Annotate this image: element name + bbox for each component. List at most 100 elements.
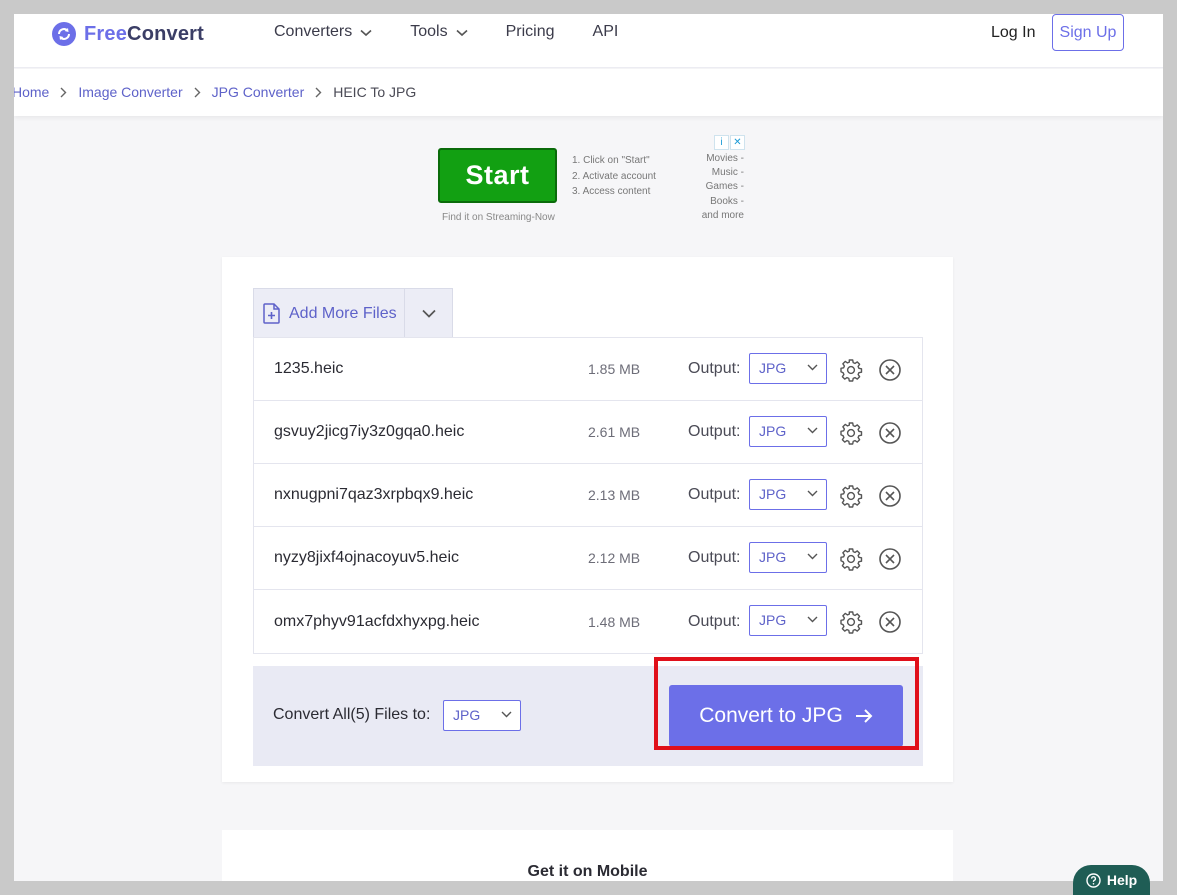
help-button[interactable]: Help [1073,865,1150,895]
arrow-right-icon [855,709,873,723]
ad-side-item: Games - [705,181,744,193]
gear-icon[interactable] [839,358,863,382]
ad-step: 2. Activate account [572,170,656,182]
file-name: nxnugpni7qaz3xrpbqx9.heic [274,486,474,503]
chevron-right-icon [315,87,322,98]
file-row: nyzy8jixf4ojnacoyuv5.heic 2.12 MB Output… [254,527,922,590]
nav-pricing[interactable]: Pricing [506,23,555,41]
output-format-value: JPG [759,612,787,628]
file-size: 2.12 MB [588,550,641,566]
chevron-down-icon [807,427,818,434]
chevron-right-icon [60,87,67,98]
ad-side-item: Movies - [706,153,744,164]
add-more-files-button[interactable]: Add More Files [254,289,405,338]
ad-step: 1. Click on "Start" [572,155,650,166]
breadcrumb-current: HEIC To JPG [333,84,417,100]
logo-text: FreeConvert [84,22,205,45]
ad-footer: Find it on Streaming-Now [442,212,555,223]
convert-button[interactable]: Convert to JPG [669,685,903,747]
logo-refresh-icon [52,22,76,46]
file-name: nyzy8jixf4ojnacoyuv5.heic [274,549,459,566]
file-row: gsvuy2jicg7iy3z0gqa0.heic 2.61 MB Output… [254,401,922,464]
gear-icon[interactable] [839,547,863,571]
output-format-select[interactable]: JPG [749,479,827,510]
file-size: 1.85 MB [588,361,641,377]
file-row: 1235.heic 1.85 MB Output: JPG [254,338,922,401]
output-format-select[interactable]: JPG [749,605,827,636]
convert-all-format-value: JPG [453,707,481,723]
output-format-value: JPG [759,360,787,376]
output-format-select[interactable]: JPG [749,542,827,573]
breadcrumb: Home Image Converter JPG Converter HEIC … [14,84,416,100]
add-files-dropdown-toggle[interactable] [405,289,452,338]
chevron-down-icon [456,29,468,37]
gear-icon[interactable] [839,421,863,445]
output-format-select[interactable]: JPG [749,416,827,447]
ad-banner[interactable]: Start 1. Click on "Start" 2. Activate ac… [438,134,748,226]
breadcrumb-image-converter[interactable]: Image Converter [78,84,182,100]
chevron-down-icon [807,616,818,623]
file-row: nxnugpni7qaz3xrpbqx9.heic 2.13 MB Output… [254,464,922,527]
convert-all-label: Convert All(5) Files to: [273,706,431,723]
file-list: 1235.heic 1.85 MB Output: JPG gsvuy2jicg… [253,337,923,654]
mobile-app-section: Get it on Mobile [222,830,953,881]
gear-icon[interactable] [839,484,863,508]
remove-file-icon[interactable] [878,484,902,508]
ad-controls: i ✕ [714,135,745,150]
signup-button[interactable]: Sign Up [1052,14,1124,51]
output-format-value: JPG [759,486,787,502]
help-label: Help [1106,872,1138,888]
logo[interactable]: FreeConvert [52,22,204,46]
ad-side-item: Music - [711,167,744,179]
chevron-right-icon [194,87,201,98]
ad-side-list: Movies - Music - Games - Books - and mor… [696,152,744,223]
output-label: Output: [688,486,741,503]
chevron-down-icon [360,29,372,37]
nav-label: Tools [410,23,448,40]
output-label: Output: [688,612,741,630]
nav-label: Converters [274,23,353,40]
ad-close-icon[interactable]: ✕ [730,135,745,150]
nav-tools[interactable]: Tools [410,23,468,41]
convert-all-format-select[interactable]: JPG [443,700,521,731]
browser-viewport: FreeConvert Converters Tools Pricing API… [14,14,1163,881]
file-name: gsvuy2jicg7iy3z0gqa0.heic [274,423,465,440]
converter-card: Add More Files 1235.heic 1.85 MB Output:… [222,257,953,782]
chevron-down-icon [421,309,436,318]
remove-file-icon[interactable] [878,358,902,382]
mobile-section-title: Get it on Mobile [527,863,648,880]
ad-side-item: and more [701,209,744,221]
convert-button-label: Convert to JPG [699,704,843,727]
question-icon [1086,872,1101,888]
add-more-files-label: Add More Files [289,304,397,322]
output-format-value: JPG [759,423,787,439]
remove-file-icon[interactable] [878,421,902,445]
remove-file-icon[interactable] [878,547,902,571]
ad-side-item: Books - [710,195,744,207]
file-size: 2.13 MB [588,487,641,503]
gear-icon[interactable] [839,610,863,634]
chevron-down-icon [807,364,818,371]
file-size: 1.48 MB [588,613,641,630]
site-header: FreeConvert Converters Tools Pricing API… [14,14,1163,68]
ad-step: 3. Access content [572,186,651,197]
convert-all-bar: Convert All(5) Files to: JPG Convert to … [253,666,923,766]
nav-api[interactable]: API [593,23,619,41]
ad-start-button[interactable]: Start [438,148,557,203]
remove-file-icon[interactable] [878,610,902,634]
nav-converters[interactable]: Converters [274,23,372,41]
breadcrumb-bar: Home Image Converter JPG Converter HEIC … [14,69,1163,116]
ad-steps: 1. Click on "Start" 2. Activate account … [572,153,656,200]
nav-label: Pricing [505,23,555,40]
login-link[interactable]: Log In [991,24,1035,42]
breadcrumb-home[interactable]: Home [14,84,49,100]
breadcrumb-jpg-converter[interactable]: JPG Converter [212,84,305,100]
file-name: omx7phyv91acfdxhyxpg.heic [274,612,480,630]
output-format-select[interactable]: JPG [749,353,827,384]
chevron-down-icon [807,490,818,497]
ad-info-icon[interactable]: i [714,135,729,150]
add-file-icon [263,303,280,324]
file-name: 1235.heic [274,360,344,377]
chevron-down-icon [501,711,512,718]
main-nav: Converters Tools Pricing API [274,23,656,41]
